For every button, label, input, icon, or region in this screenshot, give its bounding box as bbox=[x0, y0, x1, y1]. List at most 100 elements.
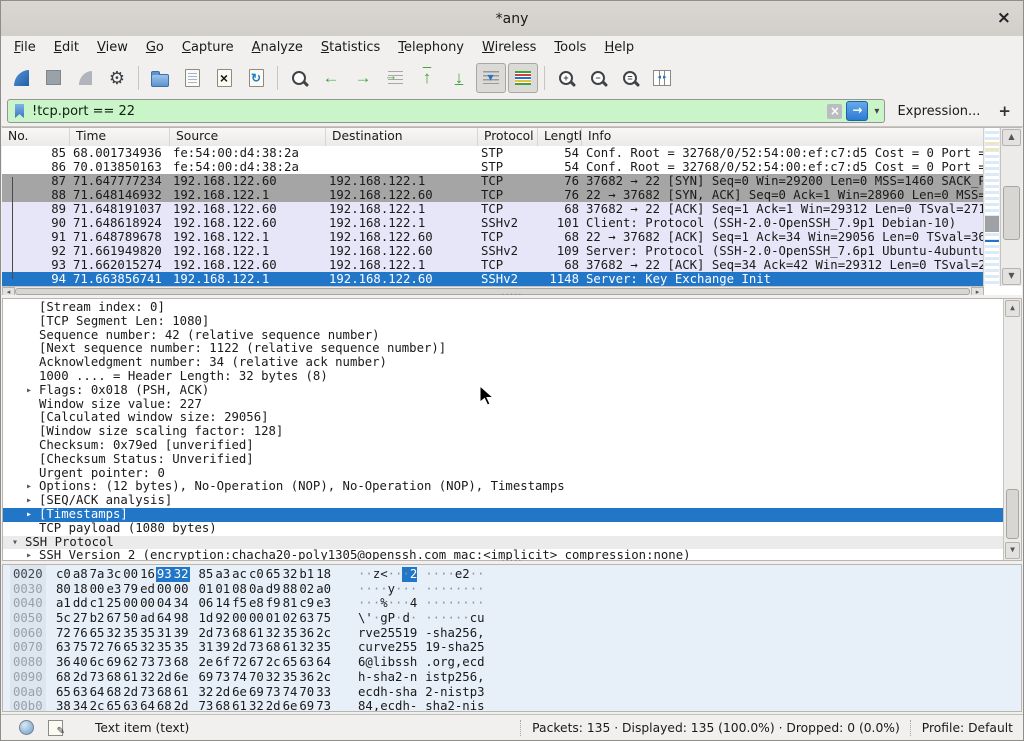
filter-history-caret-icon[interactable] bbox=[872, 106, 881, 117]
packet-detail-line[interactable]: ▾SSH Protocol bbox=[3, 536, 1021, 550]
menu-go[interactable]: Go bbox=[137, 38, 173, 57]
expander-collapsed-icon[interactable]: ▸ bbox=[23, 508, 35, 522]
hex-row-0040[interactable]: 0040a1ddc125000004340614f5e8f981c9e3···%… bbox=[3, 596, 1021, 611]
restart-capture-button[interactable] bbox=[70, 63, 100, 93]
packet-list-minimap[interactable] bbox=[985, 128, 999, 286]
menu-analyze[interactable]: Analyze bbox=[243, 38, 312, 57]
expander-collapsed-icon[interactable]: ▸ bbox=[23, 480, 35, 494]
packet-detail-line[interactable]: ▸Options: (12 bytes), No-Operation (NOP)… bbox=[3, 480, 1021, 494]
packet-detail-line[interactable]: Sequence number: 42 (relative sequence n… bbox=[3, 329, 1021, 343]
scroll-up-icon[interactable]: ▲ bbox=[1005, 300, 1020, 317]
details-scroll-handle[interactable] bbox=[1006, 489, 1019, 539]
expression-button[interactable]: Expression... bbox=[893, 104, 984, 119]
title-bar[interactable]: *any bbox=[1, 1, 1023, 37]
packet-detail-line[interactable]: Acknowledgment number: 34 (relative ack … bbox=[3, 356, 1021, 370]
packet-detail-line[interactable]: TCP payload (1080 bytes) bbox=[3, 522, 1021, 536]
vscrollbar-handle[interactable] bbox=[1003, 186, 1020, 240]
packet-detail-line[interactable]: [Next sequence number: 1122 (relative se… bbox=[3, 342, 1021, 356]
packet-detail-line[interactable]: ▸[SEQ/ACK analysis] bbox=[3, 494, 1021, 508]
hscrollbar-handle[interactable] bbox=[15, 288, 970, 295]
filter-apply-icon[interactable] bbox=[846, 101, 868, 121]
menu-tools[interactable]: Tools bbox=[545, 38, 595, 57]
expander-collapsed-icon[interactable]: ▸ bbox=[23, 494, 35, 508]
filter-clear-icon[interactable] bbox=[827, 104, 842, 119]
close-file-button[interactable] bbox=[209, 63, 239, 93]
packet-detail-line[interactable]: [TCP Segment Len: 1080] bbox=[3, 315, 1021, 329]
packet-detail-line[interactable]: [Stream index: 0] bbox=[3, 301, 1021, 315]
packet-row-94[interactable]: 9471.663856741192.168.122.1192.168.122.6… bbox=[2, 272, 984, 286]
packet-bytes-pane[interactable]: 0020c0a87a3c0016933285a3acc06532b118··z<… bbox=[2, 564, 1022, 712]
packet-row-90[interactable]: 9071.648618924192.168.122.60192.168.122.… bbox=[2, 216, 984, 230]
profile-label[interactable]: Profile: Default bbox=[922, 721, 1013, 735]
menu-help[interactable]: Help bbox=[595, 38, 643, 57]
go-last-button[interactable] bbox=[444, 63, 474, 93]
packet-detail-line[interactable]: [Checksum Status: Unverified] bbox=[3, 453, 1021, 467]
scroll-down-icon[interactable]: ▼ bbox=[1002, 268, 1021, 285]
packet-row-89[interactable]: 8971.648191037192.168.122.60192.168.122.… bbox=[2, 202, 984, 216]
packet-row-88[interactable]: 8871.648146932192.168.122.1192.168.122.6… bbox=[2, 188, 984, 202]
reload-file-button[interactable] bbox=[241, 63, 271, 93]
hex-row-0050[interactable]: 00505c27b26750ad64981d92000001026375\'·g… bbox=[3, 611, 1021, 626]
menu-wireless[interactable]: Wireless bbox=[473, 38, 545, 57]
expander-expanded-icon[interactable]: ▾ bbox=[9, 536, 21, 550]
menu-statistics[interactable]: Statistics bbox=[312, 38, 389, 57]
scroll-down-icon[interactable]: ▼ bbox=[1005, 542, 1020, 559]
capture-options-button[interactable] bbox=[102, 63, 132, 93]
column-header-length[interactable]: Length bbox=[538, 128, 582, 146]
colorize-button[interactable] bbox=[508, 63, 538, 93]
resize-columns-button[interactable] bbox=[647, 63, 677, 93]
packet-detail-line[interactable]: ▸[Timestamps] bbox=[3, 508, 1021, 522]
column-header-no[interactable]: No. bbox=[2, 128, 70, 146]
expander-collapsed-icon[interactable]: ▸ bbox=[23, 384, 35, 398]
scroll-up-icon[interactable]: ▲ bbox=[1002, 129, 1021, 146]
hex-row-00b0[interactable]: 00b038342c656364682d736861322d6e697384,e… bbox=[3, 699, 1021, 712]
find-packet-button[interactable] bbox=[284, 63, 314, 93]
packet-detail-line[interactable]: 1000 .... = Header Length: 32 bytes (8) bbox=[3, 370, 1021, 384]
packet-row-87[interactable]: 8771.647777234192.168.122.60192.168.122.… bbox=[2, 174, 984, 188]
menu-edit[interactable]: Edit bbox=[45, 38, 88, 57]
zoom-out-button[interactable]: − bbox=[583, 63, 613, 93]
filter-bookmark-icon[interactable] bbox=[15, 104, 24, 118]
packet-detail-line[interactable]: Window size value: 227 bbox=[3, 398, 1021, 412]
go-first-button[interactable] bbox=[412, 63, 442, 93]
menu-telephony[interactable]: Telephony bbox=[389, 38, 473, 57]
close-window-icon[interactable] bbox=[997, 7, 1011, 29]
start-capture-button[interactable] bbox=[6, 63, 36, 93]
hex-row-0020[interactable]: 0020c0a87a3c0016933285a3acc06532b118··z<… bbox=[3, 567, 1021, 582]
hex-row-0090[interactable]: 0090682d736861322d6e697374703235362ch-sh… bbox=[3, 670, 1021, 685]
packet-list-vscrollbar[interactable]: ▲ ▼ bbox=[1000, 128, 1022, 286]
packet-detail-line[interactable]: Urgent pointer: 0 bbox=[3, 467, 1021, 481]
packet-row-85[interactable]: 8568.001734936fe:54:00:d4:38:2aSTP54Conf… bbox=[2, 146, 984, 160]
hex-row-0070[interactable]: 0070637572766532353531392d7368613235curv… bbox=[3, 640, 1021, 655]
packet-detail-line[interactable]: [Calculated window size: 29056] bbox=[3, 411, 1021, 425]
hex-row-00a0[interactable]: 00a0656364682d736861322d6e6973747033ecdh… bbox=[3, 685, 1021, 700]
expander-collapsed-icon[interactable]: ▸ bbox=[23, 549, 35, 561]
packet-row-92[interactable]: 9271.661949820192.168.122.1192.168.122.6… bbox=[2, 244, 984, 258]
open-file-button[interactable] bbox=[145, 63, 175, 93]
details-vscrollbar[interactable]: ▲ ▼ bbox=[1003, 299, 1021, 560]
packet-row-93[interactable]: 9371.662015274192.168.122.60192.168.122.… bbox=[2, 258, 984, 272]
hex-row-0080[interactable]: 008036406c69627373682e6f72672c6563646@li… bbox=[3, 655, 1021, 670]
column-header-info[interactable]: Info bbox=[582, 128, 984, 146]
hex-row-0030[interactable]: 0030801800e379ed00000101080ad98802a0····… bbox=[3, 582, 1021, 597]
packet-detail-line[interactable]: Checksum: 0x79ed [unverified] bbox=[3, 439, 1021, 453]
filter-text[interactable]: !tcp.port == 22 bbox=[32, 104, 823, 119]
menu-capture[interactable]: Capture bbox=[173, 38, 243, 57]
column-header-time[interactable]: Time bbox=[70, 128, 170, 146]
display-filter-input[interactable]: !tcp.port == 22 bbox=[7, 99, 885, 123]
zoom-in-button[interactable]: + bbox=[551, 63, 581, 93]
column-header-source[interactable]: Source bbox=[170, 128, 326, 146]
packet-detail-line[interactable]: [Window size scaling factor: 128] bbox=[3, 425, 1021, 439]
packet-list-header[interactable]: No.TimeSourceDestinationProtocolLengthIn… bbox=[2, 128, 984, 147]
go-back-button[interactable] bbox=[316, 63, 346, 93]
menu-file[interactable]: File bbox=[5, 38, 45, 57]
expert-info-icon[interactable] bbox=[19, 720, 34, 735]
capture-comment-icon[interactable] bbox=[48, 720, 63, 736]
column-header-protocol[interactable]: Protocol bbox=[478, 128, 538, 146]
add-filter-button[interactable]: + bbox=[992, 102, 1017, 120]
zoom-reset-button[interactable]: = bbox=[615, 63, 645, 93]
packet-row-86[interactable]: 8670.013850163fe:54:00:d4:38:2aSTP54Conf… bbox=[2, 160, 984, 174]
hex-row-0060[interactable]: 006072766532353531392d7368613235362crve2… bbox=[3, 626, 1021, 641]
column-header-destination[interactable]: Destination bbox=[326, 128, 478, 146]
menu-view[interactable]: View bbox=[88, 38, 137, 57]
